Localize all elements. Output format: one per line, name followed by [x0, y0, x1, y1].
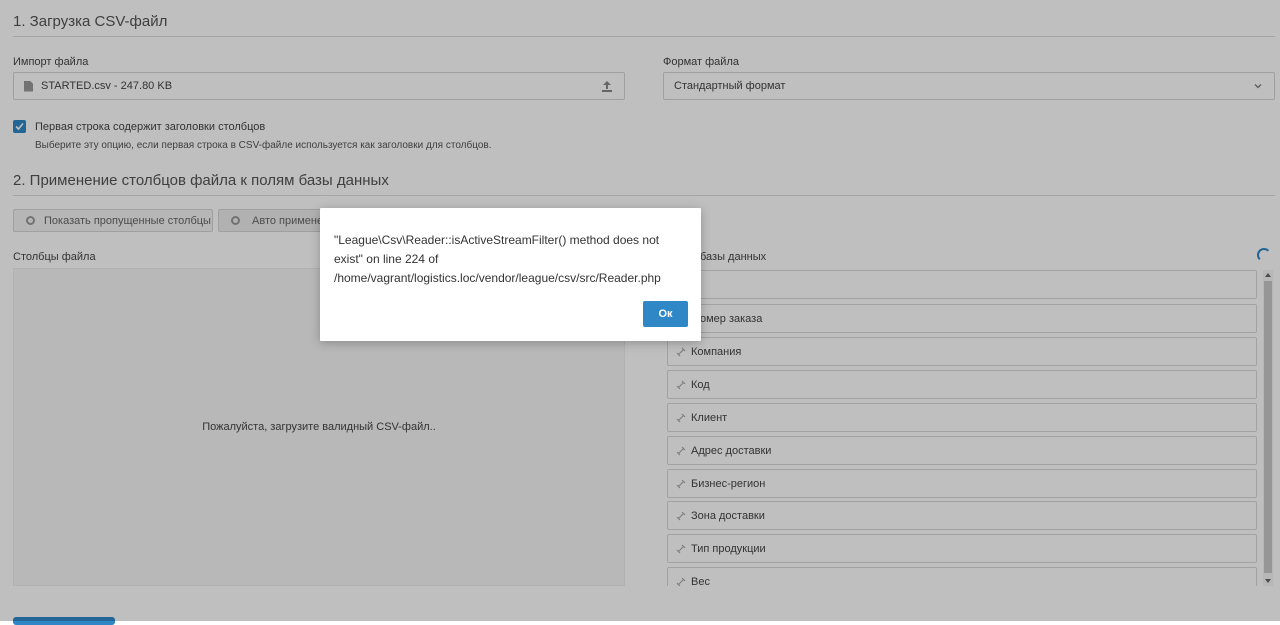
error-message: "League\Csv\Reader::isActiveStreamFilter…	[334, 233, 661, 285]
error-dialog: "League\Csv\Reader::isActiveStreamFilter…	[320, 208, 701, 341]
ok-button[interactable]: Ок	[643, 301, 688, 327]
